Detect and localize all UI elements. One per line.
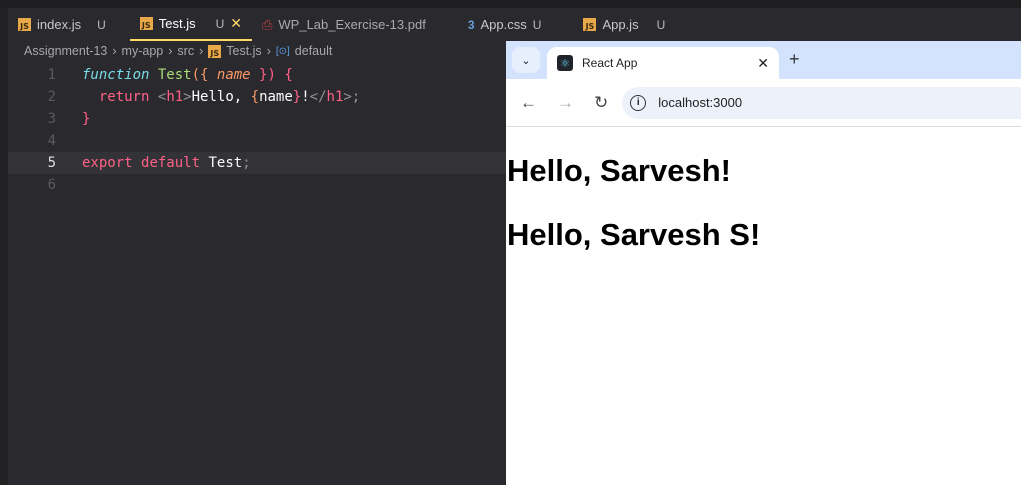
reload-icon[interactable]: ↻ bbox=[594, 93, 608, 113]
tab-status: U bbox=[656, 17, 666, 32]
browser-tab-strip: ⌄ ⚛ React App ✕ + bbox=[506, 41, 1021, 79]
pdf-file-icon: ⎙ bbox=[262, 16, 273, 32]
page-content: Hello, Sarvesh! Hello, Sarvesh S! bbox=[506, 153, 1021, 253]
breadcrumb-item[interactable]: default bbox=[295, 44, 333, 58]
tab-label: App.js bbox=[602, 17, 639, 32]
code-line: 4 bbox=[8, 130, 508, 152]
line-number: 5 bbox=[47, 155, 56, 171]
breadcrumb-item[interactable]: Test.js bbox=[226, 44, 261, 58]
code-line: 6 bbox=[8, 174, 508, 196]
browser-toolbar: ← → ↻ i localhost:3000 bbox=[506, 79, 1021, 127]
close-tab-icon[interactable]: ✕ bbox=[757, 55, 769, 72]
tab-app-js[interactable]: JS App.js U bbox=[573, 8, 675, 41]
url-text: localhost:3000 bbox=[658, 95, 743, 110]
code-line: 1 function Test({ name }) { bbox=[8, 64, 508, 86]
tab-app-css[interactable]: 3 App.css U bbox=[458, 8, 552, 41]
activity-bar bbox=[0, 8, 8, 485]
breadcrumb-item[interactable]: src bbox=[177, 44, 194, 58]
breadcrumb-item[interactable]: my-app bbox=[122, 44, 164, 58]
address-bar[interactable]: i localhost:3000 bbox=[622, 86, 1021, 119]
line-number: 6 bbox=[47, 177, 56, 193]
chevron-down-icon: ⌄ bbox=[521, 54, 531, 67]
close-icon[interactable]: ✕ bbox=[230, 15, 242, 32]
line-number: 4 bbox=[47, 133, 56, 149]
symbol-icon: [⊙] bbox=[275, 45, 290, 57]
tab-label: WP_Lab_Exercise-13.pdf bbox=[278, 17, 426, 32]
js-file-icon: JS bbox=[583, 18, 597, 31]
tab-status: U bbox=[97, 17, 106, 32]
editor-tabs: JS index.js U JS Test.js U ✕ ⎙ WP_Lab_Exercise… bbox=[8, 8, 1021, 41]
title-bar bbox=[0, 0, 1021, 8]
breadcrumb-item[interactable]: Assignment-13 bbox=[24, 44, 107, 58]
tab-pdf[interactable]: ⎙ WP_Lab_Exercise-13.pdf bbox=[252, 8, 436, 41]
line-number: 2 bbox=[47, 89, 56, 105]
tab-label: index.js bbox=[37, 17, 82, 32]
info-icon[interactable]: i bbox=[630, 94, 647, 111]
css-file-icon: 3 bbox=[467, 17, 475, 32]
tab-test-js[interactable]: JS Test.js U ✕ bbox=[129, 8, 252, 41]
line-number: 1 bbox=[47, 67, 56, 83]
tab-label: Test.js bbox=[158, 16, 196, 31]
browser-window: ⌄ ⚛ React App ✕ + ← → ↻ i localhost:3000… bbox=[506, 41, 1021, 485]
tab-label: App.css bbox=[480, 17, 527, 32]
tab-index-js[interactable]: JS index.js U bbox=[8, 8, 116, 41]
new-tab-button[interactable]: + bbox=[789, 49, 800, 70]
code-editor[interactable]: 1 function Test({ name }) { 2 return <h1>… bbox=[8, 64, 508, 196]
js-file-icon: JS bbox=[139, 17, 153, 30]
forward-arrow-icon[interactable]: → bbox=[557, 93, 574, 113]
code-line: 2 return <h1>Hello, {name}!</h1>; bbox=[8, 86, 508, 108]
react-favicon-icon: ⚛ bbox=[557, 55, 573, 71]
tab-search-button[interactable]: ⌄ bbox=[512, 47, 540, 73]
code-line: 3} bbox=[8, 108, 508, 130]
tab-status: U bbox=[215, 16, 225, 31]
line-number: 3 bbox=[47, 111, 56, 127]
heading: Hello, Sarvesh! bbox=[507, 153, 731, 188]
browser-tab[interactable]: ⚛ React App ✕ bbox=[547, 47, 779, 79]
breadcrumb: Assignment-13 › my-app › src › JS Test.js › [… bbox=[24, 44, 333, 58]
js-file-icon: JS bbox=[208, 44, 222, 58]
js-file-icon: JS bbox=[18, 18, 31, 31]
heading: Hello, Sarvesh S! bbox=[507, 217, 761, 252]
code-line-current: 5 export default Test; bbox=[8, 152, 508, 174]
tab-status: U bbox=[532, 17, 542, 32]
back-arrow-icon[interactable]: ← bbox=[520, 93, 537, 113]
browser-tab-title: React App bbox=[582, 56, 638, 70]
